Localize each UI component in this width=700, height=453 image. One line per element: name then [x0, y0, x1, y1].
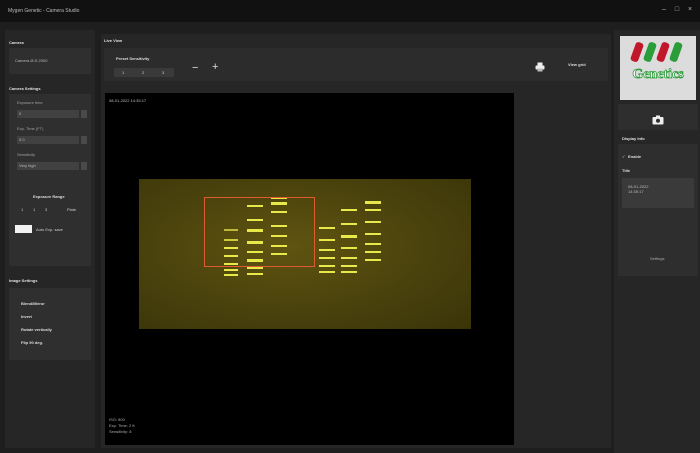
camera-icon[interactable]: [652, 112, 664, 125]
enable-check-icon[interactable]: ✓: [622, 154, 625, 159]
camera-model[interactable]: Camera Ø-S 2000: [15, 58, 47, 63]
preset-1-button[interactable]: 1: [122, 70, 124, 75]
preset-selector: 1 2 3: [114, 68, 174, 77]
range-units: Plate: [67, 207, 77, 212]
title-textarea-value: 08-01-2022 14:35:17: [628, 184, 649, 194]
left-sidebar: Camera Camera Ø-S 2000 Camera Settings E…: [5, 30, 95, 448]
settings-panel: Settings: [618, 244, 698, 276]
rotate-vertically-option[interactable]: Rotate vertically: [21, 327, 52, 332]
sensitivity-label: Sensitivity: [17, 152, 36, 157]
view-timestamp: 08-01-2022 14:35:17: [109, 98, 147, 103]
display-info-title: Display Info: [622, 136, 645, 141]
title-bar: Mygen Genetic - Camera Studio – □ ×: [0, 0, 700, 22]
live-view-title: Live View: [104, 38, 123, 43]
sensitivity-dropdown-icon[interactable]: [81, 162, 87, 170]
preset-sensitivity-label: Preset Sensitivity: [116, 56, 150, 61]
snapshot-panel: [618, 104, 698, 130]
camera-panel: Camera Ø-S 2000: [9, 48, 91, 74]
footer-sensitivity: Sensitivity: 8: [109, 429, 132, 434]
view-side-area: [517, 93, 609, 445]
camera-settings-panel: Exposure time 0 Exp. Time (FT) 0.0 Sensi…: [9, 94, 91, 266]
camera-settings-title: Camera Settings: [9, 86, 41, 91]
preset-3-button[interactable]: 3: [162, 70, 164, 75]
close-button[interactable]: ×: [686, 6, 694, 13]
settings-button[interactable]: Settings: [650, 256, 664, 261]
enable-label[interactable]: Enable: [628, 154, 641, 159]
exposure-spinner[interactable]: [81, 110, 87, 118]
camera-section-title: Camera: [9, 40, 24, 45]
window-title: Mygen Genetic - Camera Studio: [8, 8, 80, 14]
display-info-panel: ✓ Enable Title 08-01-2022 14:35:17: [618, 144, 698, 244]
range-step[interactable]: 1: [33, 207, 35, 212]
title-textarea[interactable]: 08-01-2022 14:35:17: [622, 178, 694, 208]
zoom-out-button[interactable]: −: [192, 62, 198, 74]
image-settings-panel: Blend/Mirror Invert Rotate vertically Fl…: [9, 288, 91, 360]
range-start[interactable]: 1: [21, 207, 23, 212]
auto-exposure-checkbox[interactable]: [15, 225, 32, 233]
auto-exposure-label: Auto Exp. save: [36, 227, 63, 232]
minimize-button[interactable]: –: [660, 6, 668, 13]
gel-lane-5: [341, 207, 357, 277]
exp-time-input[interactable]: 0.0: [17, 136, 79, 144]
exp-time-label: Exp. Time (FT): [17, 126, 44, 131]
sensitivity-select[interactable]: Very high: [17, 162, 79, 170]
logo-text: Genetics: [632, 67, 684, 82]
image-settings-title: Image Settings: [9, 278, 38, 283]
gel-lane-4: [319, 225, 335, 275]
exposure-input[interactable]: 0: [17, 110, 79, 118]
selection-box[interactable]: [204, 197, 315, 267]
flip-option[interactable]: Flip 90 deg.: [21, 340, 43, 345]
gel-lane-6: [365, 199, 381, 269]
view-grid-button[interactable]: View grid: [568, 62, 586, 67]
exposure-label: Exposure time: [17, 100, 43, 105]
preset-2-button[interactable]: 2: [142, 70, 144, 75]
maximize-button[interactable]: □: [673, 6, 681, 13]
brand-logo: Genetics: [620, 36, 696, 100]
invert-option[interactable]: Invert: [21, 314, 32, 319]
camera-view[interactable]: 08-01-2022 14:35:17 ISO: 800 Exp. Time: …: [105, 93, 514, 445]
exposure-range-label: Exposure Range: [33, 194, 65, 199]
right-sidebar: Genetics Display Info ✓ Enable Title 08-…: [614, 30, 700, 453]
live-view-toolbar: Preset Sensitivity 1 2 3 − + View grid: [104, 48, 608, 81]
blend-mirror-option[interactable]: Blend/Mirror: [21, 301, 45, 306]
exp-time-spinner[interactable]: [81, 136, 87, 144]
title-label: Title: [622, 168, 631, 173]
printer-icon[interactable]: [535, 59, 545, 72]
zoom-in-button[interactable]: +: [212, 61, 218, 73]
view-footer-info: ISO: 800 Exp. Time: 2 ft Sensitivity: 8: [109, 417, 135, 435]
window-controls: – □ ×: [660, 6, 694, 13]
app-window: Mygen Genetic - Camera Studio – □ × Came…: [0, 0, 700, 453]
live-view-area: Live View Preset Sensitivity 1 2 3 − + V…: [101, 34, 611, 448]
range-end[interactable]: 3: [45, 207, 47, 212]
